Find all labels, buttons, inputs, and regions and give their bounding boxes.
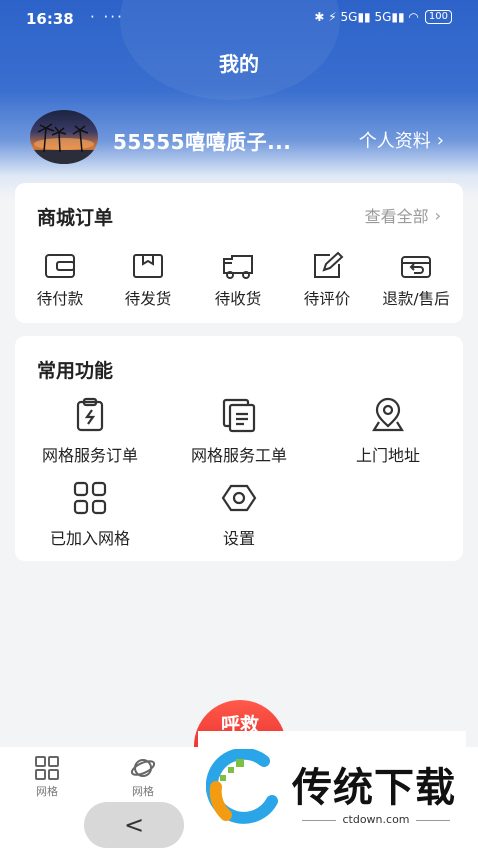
profile-link[interactable]: 个人资料 › [359, 127, 444, 153]
service-order-icon [76, 397, 104, 432]
location-icon [372, 397, 404, 432]
order-pending-payment[interactable]: 待付款 [15, 251, 105, 309]
view-all-orders-link[interactable]: 查看全部 › [365, 203, 441, 227]
settings-icon [221, 484, 257, 512]
function-label: 网格服务工单 [190, 446, 287, 465]
settings[interactable]: 设置 [164, 479, 314, 549]
function-label: 网格服务订单 [41, 446, 138, 465]
grid-service-work-order[interactable]: 网格服务工单 [164, 396, 314, 466]
avatar-image [30, 123, 98, 164]
order-label: 退款/售后 [382, 290, 450, 308]
planet-icon [130, 759, 156, 777]
status-extra: · ··· [90, 8, 124, 26]
home-address[interactable]: 上门地址 [313, 396, 463, 466]
system-back-button[interactable]: < [84, 802, 184, 848]
watermark-site: ctdown.com [292, 813, 460, 826]
watermark-brand: 传统下载 [292, 765, 456, 811]
nav-label: 网格 [132, 785, 154, 798]
nav-item-planet[interactable]: 网格 [108, 755, 178, 799]
watermark: 传统下载 ctdown.com [198, 731, 466, 833]
view-all-label: 查看全部 [364, 207, 429, 226]
order-refund[interactable]: 退款/售后 [371, 251, 461, 309]
edit-icon [314, 251, 344, 278]
page-title: 我的 [219, 52, 259, 76]
battery-icon: 100 [424, 10, 452, 24]
grid-icon [73, 481, 107, 515]
order-pending-review[interactable]: 待评价 [282, 251, 372, 309]
chevron-right-icon: › [434, 205, 441, 225]
status-time: 16:38 [26, 10, 74, 28]
order-pending-receipt[interactable]: 待收货 [193, 251, 283, 309]
order-label: 待收货 [214, 290, 262, 308]
function-label: 已加入网格 [49, 529, 130, 548]
order-label: 待评价 [303, 290, 351, 308]
avatar[interactable] [30, 110, 98, 164]
orders-title: 商城订单 [37, 207, 114, 229]
refund-icon [401, 256, 431, 278]
truck-icon [223, 255, 253, 279]
watermark-logo-icon [206, 749, 278, 824]
chevron-right-icon: › [436, 129, 444, 151]
work-order-icon [222, 398, 256, 433]
user-name[interactable]: 55555嘻嘻质子... [113, 126, 291, 155]
status-icons: ✱ ⚡ 5G▮▮ 5G▮▮ ◠ 100 [314, 10, 452, 24]
functions-title: 常用功能 [37, 360, 114, 382]
order-pending-shipment[interactable]: 待发货 [103, 251, 193, 309]
grid-icon [35, 756, 59, 780]
box-icon [133, 254, 163, 278]
functions-card: 常用功能 网格服务订单 网格服务工单 上门地址 已加入网格 设置 [15, 336, 463, 561]
status-signal-icons: ✱ ⚡ 5G▮▮ 5G▮▮ ◠ [314, 10, 419, 24]
wallet-icon [45, 254, 75, 278]
nav-label: 网格 [36, 785, 58, 798]
order-label: 待付款 [36, 290, 84, 308]
nav-item-grid[interactable]: 网格 [12, 755, 82, 799]
profile-label: 个人资料 [358, 131, 431, 152]
status-bar: 16:38 · ··· ✱ ⚡ 5G▮▮ 5G▮▮ ◠ 100 [0, 8, 478, 32]
function-label: 设置 [222, 529, 255, 548]
function-label: 上门地址 [355, 446, 420, 465]
joined-grids[interactable]: 已加入网格 [15, 479, 165, 549]
grid-service-order[interactable]: 网格服务订单 [15, 396, 165, 466]
order-label: 待发货 [124, 290, 172, 308]
orders-card: 商城订单 查看全部 › 待付款 待发货 待收货 待评价 退款/售后 [15, 183, 463, 323]
